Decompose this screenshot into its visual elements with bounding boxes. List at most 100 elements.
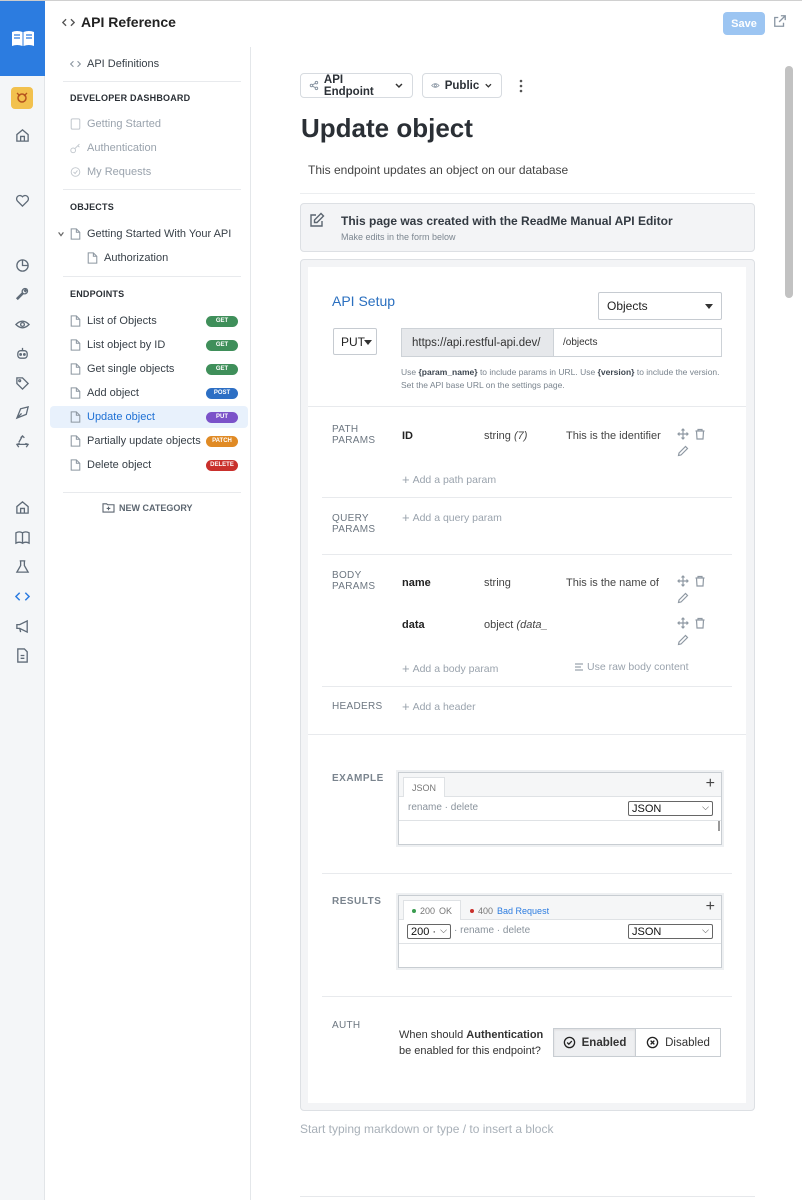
param-name-data[interactable]: data — [402, 619, 425, 631]
sidebar-divider — [63, 276, 241, 277]
tag-icon[interactable] — [0, 372, 45, 394]
method-select[interactable]: PUT — [333, 328, 377, 355]
auth-question-part: be enabled for this endpoint? — [399, 1045, 541, 1057]
metrics-icon[interactable] — [0, 254, 45, 276]
eye-icon[interactable] — [0, 313, 45, 335]
document-icon[interactable] — [0, 644, 45, 666]
sidebar-endpoint-item[interactable]: Delete object DELETE — [50, 454, 248, 476]
sidebar-item-getting-started-with-api[interactable]: Getting Started With Your API — [57, 223, 247, 245]
param-type-name[interactable]: string — [484, 577, 511, 589]
sidebar-item-my-requests[interactable]: My Requests — [70, 161, 250, 183]
sidebar-endpoint-item[interactable]: Update object PUT — [50, 406, 248, 428]
readme-logo[interactable] — [0, 0, 45, 76]
sidebar-divider — [63, 189, 241, 190]
use-raw-body-button[interactable]: Use raw body content — [574, 661, 689, 673]
code-brackets-icon — [70, 60, 81, 68]
results-tab-400[interactable]: 400 Bad Request — [461, 900, 558, 920]
pencil-icon[interactable] — [677, 634, 689, 646]
add-label: Add a body param — [412, 662, 499, 675]
param-name-name[interactable]: name — [402, 577, 431, 589]
page-title[interactable]: Update object — [301, 113, 473, 144]
section-heading-developer-dashboard: DEVELOPER DASHBOARD — [70, 93, 191, 103]
megaphone-icon[interactable] — [0, 615, 45, 637]
example-tab-json[interactable]: JSON — [403, 777, 446, 797]
results-tab-200[interactable]: 200 OK — [403, 900, 462, 920]
save-button[interactable]: Save — [723, 12, 765, 35]
guides-home-icon[interactable] — [0, 496, 45, 518]
add-example-plus-icon[interactable]: + — [706, 775, 715, 793]
param-type-data[interactable]: object (data_ — [484, 619, 548, 631]
auth-enabled-toggle[interactable]: Enabled — [553, 1028, 636, 1057]
pen-tool-icon[interactable] — [0, 401, 45, 423]
param-desc-id[interactable]: This is the identifier — [566, 430, 664, 442]
move-icon[interactable] — [677, 428, 689, 440]
open-external-icon[interactable] — [773, 14, 787, 28]
sidebar-endpoint-item[interactable]: Partially update objects PATCH — [50, 430, 248, 452]
sidebar-item-authentication[interactable]: Authentication — [70, 137, 250, 159]
endpoint-type-dropdown[interactable]: API Endpoint — [300, 73, 413, 98]
param-name-id[interactable]: ID — [402, 430, 413, 442]
example-format-select[interactable]: JSON ⌵ — [628, 801, 713, 816]
method-badge: DELETE — [206, 459, 238, 471]
param-type-id[interactable]: string (7) — [484, 430, 527, 442]
sidebar-endpoint-item[interactable]: List of Objects GET — [50, 310, 248, 332]
wrench-icon[interactable] — [0, 283, 45, 305]
recycle-icon[interactable] — [0, 431, 45, 453]
add-body-param-button[interactable]: + Add a body param — [402, 661, 498, 676]
results-rename-delete[interactable]: · rename · delete — [454, 925, 530, 936]
plus-icon: + — [402, 472, 410, 487]
sidebar-endpoint-item[interactable]: Get single objects GET — [50, 358, 248, 380]
param-desc-name[interactable]: This is the name of — [566, 577, 664, 589]
sidebar-item-label: API Definitions — [87, 58, 160, 70]
markdown-editor-placeholder[interactable]: Start typing markdown or type / to inser… — [300, 1122, 553, 1136]
flask-icon[interactable] — [0, 555, 45, 577]
trash-icon[interactable] — [694, 428, 706, 440]
sidebar-item-label: Update object — [87, 411, 155, 423]
move-icon[interactable] — [677, 575, 689, 587]
category-select[interactable]: Objects — [598, 292, 722, 320]
auth-disabled-toggle[interactable]: Disabled — [635, 1028, 721, 1057]
path-input[interactable]: /objects — [554, 328, 722, 357]
sidebar-item-getting-started[interactable]: Getting Started — [70, 113, 250, 135]
more-options-icon[interactable] — [516, 78, 526, 94]
trash-icon[interactable] — [694, 617, 706, 629]
sidebar-item-api-definitions[interactable]: API Definitions — [70, 53, 250, 75]
pencil-icon[interactable] — [677, 592, 689, 604]
sidebar-item-authorization[interactable]: Authorization — [87, 247, 247, 269]
pencil-icon[interactable] — [677, 445, 689, 457]
book-icon[interactable] — [0, 526, 45, 548]
status-code-select[interactable]: 200 · ⌵ — [407, 924, 451, 939]
move-icon[interactable] — [677, 617, 689, 629]
add-query-param-button[interactable]: + Add a query param — [402, 510, 502, 525]
add-header-button[interactable]: + Add a header — [402, 699, 476, 714]
raw-body-label: Use raw body content — [587, 661, 689, 673]
label-line: PARAMS — [332, 581, 376, 592]
scrollbar[interactable] — [785, 66, 793, 298]
endpoint-type-label: API Endpoint — [323, 73, 374, 98]
visibility-dropdown[interactable]: Public — [422, 73, 502, 98]
sidebar-endpoint-item[interactable]: List object by ID GET — [50, 334, 248, 356]
header-title-text: API Reference — [81, 14, 176, 30]
project-avatar[interactable] — [11, 87, 33, 109]
chevron-down-icon[interactable] — [57, 230, 65, 238]
trash-icon[interactable] — [694, 575, 706, 587]
results-format-select[interactable]: JSON ⌵ — [628, 924, 713, 939]
code-icon[interactable] — [0, 585, 45, 607]
new-category-button[interactable]: NEW CATEGORY — [102, 502, 193, 513]
page-header-title: API Reference — [62, 14, 176, 30]
example-rename-delete[interactable]: rename · delete — [408, 802, 478, 813]
section-divider — [322, 554, 732, 555]
page-description[interactable]: This endpoint updates an object on our d… — [308, 163, 568, 177]
sidebar-endpoint-item[interactable]: Add object POST — [50, 382, 248, 404]
example-toolbar: rename · delete JSON ⌵ — [399, 797, 721, 821]
add-path-param-button[interactable]: + Add a path param — [402, 472, 496, 487]
add-result-plus-icon[interactable]: + — [706, 898, 715, 916]
sidebar-item-label: List of Objects — [87, 315, 157, 327]
home-icon[interactable] — [0, 124, 45, 146]
editor-callout: This page was created with the ReadMe Ma… — [300, 203, 755, 252]
results-code-box: 200 OK 400 Bad Request + 200 · ⌵ · renam… — [398, 895, 722, 968]
format-value: JSON — [632, 802, 662, 815]
check-circle-icon — [70, 167, 81, 177]
robot-icon[interactable] — [0, 342, 45, 364]
heart-icon[interactable] — [0, 189, 45, 211]
